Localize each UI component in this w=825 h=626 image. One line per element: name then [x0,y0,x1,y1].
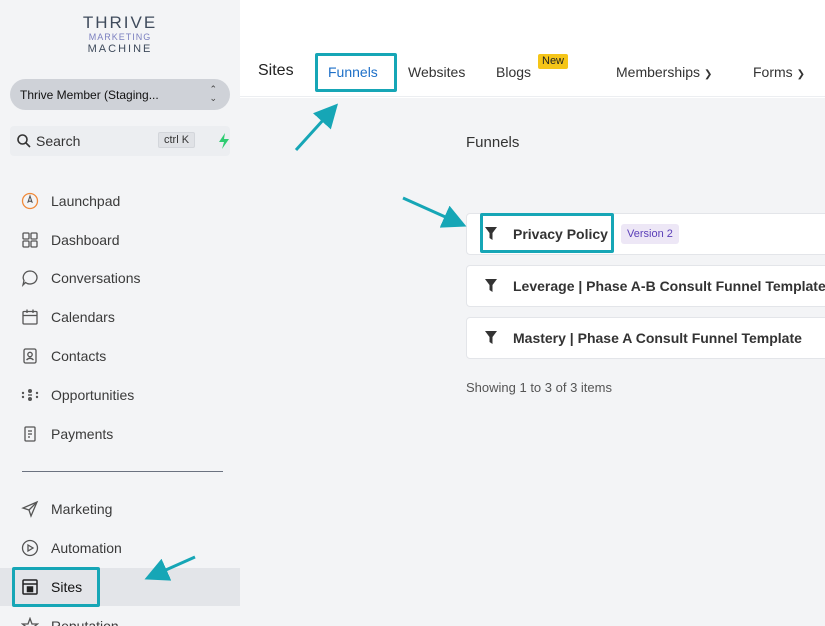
sidebar-item-label: Conversations [51,270,141,286]
sidebar-item-opportunities[interactable]: Opportunities [0,377,240,413]
sidebar-item-dashboard[interactable]: Dashboard [0,222,240,258]
chevron-down-icon: ❯ [796,69,806,80]
version-badge: Version 2 [621,224,679,244]
search-icon [17,134,31,148]
sidebar-item-label: Opportunities [51,387,135,403]
section-title: Funnels [466,134,520,151]
highlight-box-sites-item [12,567,100,607]
main-content: Funnels Privacy Policy Version 2 Leverag… [240,98,825,626]
calendar-icon [20,307,40,327]
tab-label: Memberships [616,64,701,80]
brand-logo: THRIVE MARKETING MACHINE [60,14,180,55]
sidebar: THRIVE MARKETING MACHINE Thrive Member (… [0,0,240,626]
logo-line-3: MACHINE [87,43,153,55]
up-down-chevron-icon: ⌃ ⌄ [209,84,217,103]
logo-line-1: THRIVE [82,13,158,32]
tab-websites[interactable]: Websites [408,64,465,80]
tab-memberships[interactable]: Memberships ❯ [616,64,712,80]
sidebar-item-label: Automation [51,540,122,556]
sidebar-item-reputation[interactable]: Reputation [0,608,240,626]
opportunities-icon [20,385,40,405]
tab-blogs[interactable]: Blogs [496,64,531,80]
sidebar-item-label: Calendars [51,309,115,325]
quick-action-bolt-icon[interactable] [218,133,230,149]
highlight-box-funnels-tab [315,53,397,92]
account-name: Thrive Member (Staging... [20,87,159,102]
funnel-icon [485,279,497,292]
search-shortcut: ctrl K [158,132,196,148]
sidebar-item-marketing[interactable]: Marketing [0,491,240,527]
funnel-row-mastery[interactable]: Mastery | Phase A Consult Funnel Templat… [466,317,825,359]
dashboard-icon [20,230,40,250]
automation-icon [20,538,40,558]
sidebar-item-conversations[interactable]: Conversations [0,260,240,296]
funnel-name: Mastery | Phase A Consult Funnel Templat… [513,330,802,346]
sidebar-item-automation[interactable]: Automation [0,530,240,566]
funnel-name: Leverage | Phase A-B Consult Funnel Temp… [513,278,825,294]
account-switcher[interactable]: Thrive Member (Staging... ⌃ ⌄ [10,79,230,110]
tab-forms[interactable]: Forms ❯ [753,64,805,80]
new-badge: New [538,54,569,69]
pagination-info: Showing 1 to 3 of 3 items [466,380,612,395]
logo-line-2: MARKETING [88,32,152,42]
sidebar-item-label: Launchpad [51,193,121,209]
sidebar-item-label: Reputation [51,618,119,626]
tab-label: Forms [753,64,793,80]
page-title: Sites [258,62,294,79]
sidebar-item-label: Marketing [51,501,113,517]
star-icon [20,616,40,626]
funnel-icon [485,331,497,344]
sidebar-item-launchpad[interactable]: Launchpad [0,183,240,219]
sidebar-divider [22,471,223,472]
search-box[interactable]: Search ctrl K [10,126,230,156]
chevron-down-icon: ❯ [704,69,713,80]
sidebar-item-contacts[interactable]: Contacts [0,338,240,374]
highlight-box-privacy-policy [480,213,614,253]
sidebar-item-calendars[interactable]: Calendars [0,299,240,335]
search-label: Search [36,133,81,149]
sidebar-item-label: Contacts [51,348,107,364]
funnel-row-leverage[interactable]: Leverage | Phase A-B Consult Funnel Temp… [466,265,825,307]
sidebar-item-label: Dashboard [51,232,120,248]
chat-icon [20,268,40,288]
send-icon [20,499,40,519]
sidebar-item-payments[interactable]: Payments [0,416,240,452]
contacts-icon [20,346,40,366]
payments-icon [20,424,40,444]
sidebar-item-label: Payments [51,426,114,442]
launchpad-icon [20,191,40,211]
